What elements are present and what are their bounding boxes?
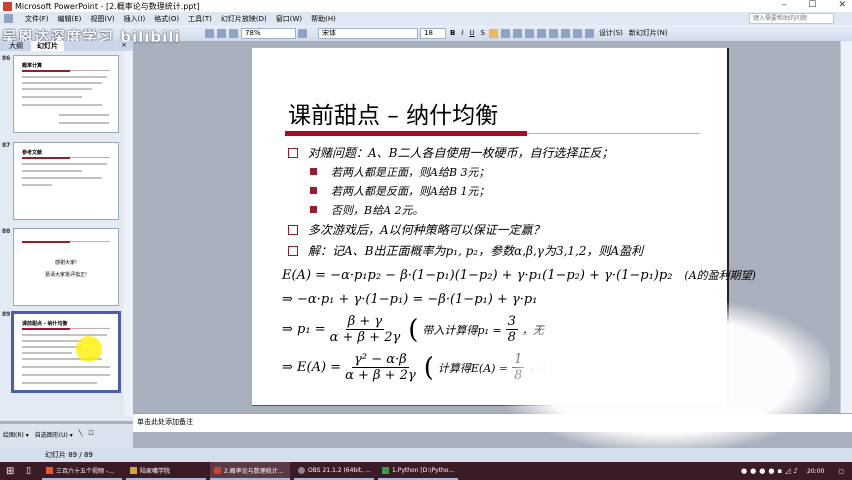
shadow-button[interactable]: S	[479, 28, 487, 39]
square-bullet-icon	[310, 187, 317, 194]
menu-bar: 文件(F) 编辑(E) 视图(V) 插入(I) 格式(O) 工具(T) 幻灯片放…	[0, 12, 852, 25]
font-color-icon[interactable]	[585, 28, 594, 38]
slide-title: 课前甜点 – 纳什均衡	[288, 103, 499, 129]
taskbar-item-powerpoint[interactable]: 2.概率论与数理统计...	[210, 462, 290, 480]
menu-file[interactable]: 文件(F)	[25, 14, 49, 24]
taskbar-item-python[interactable]: 1.Python [D:\Pytho...	[378, 462, 458, 480]
menu-window[interactable]: 窗口(W)	[276, 14, 302, 24]
thumb-title: 参考文献	[22, 150, 43, 156]
thumb-title: 概率计算	[22, 63, 43, 69]
sub-bullet-item: 若两人都是反面，则A给B 1元；	[310, 183, 490, 199]
menu-slideshow[interactable]: 幻灯片放映(D)	[221, 14, 267, 24]
vertical-scrollbar[interactable]	[840, 41, 852, 413]
clock[interactable]: 20:00	[807, 468, 824, 475]
window-title: Microsoft PowerPoint - [2.概率论与数理统计.ppt]	[15, 1, 200, 11]
bold-button[interactable]: B	[448, 28, 457, 39]
start-icon[interactable]: ⊞	[6, 466, 20, 477]
task-view-icon[interactable]: ▯	[26, 466, 42, 476]
title-underline	[285, 131, 527, 136]
hollow-bullet-icon	[288, 246, 298, 256]
video-blur-overlay	[500, 300, 830, 450]
slide-number: 89	[2, 311, 11, 318]
rectangle-tool-icon[interactable]: ☐	[88, 430, 93, 439]
menu-format[interactable]: 格式(O)	[154, 14, 179, 24]
square-bullet-icon	[310, 168, 317, 175]
document-icon	[4, 14, 13, 23]
cursor-highlight	[76, 336, 102, 362]
square-bullet-icon	[310, 206, 317, 213]
underline-button[interactable]: U	[467, 28, 476, 39]
hollow-bullet-icon	[288, 225, 298, 235]
slide-counter: 幻灯片 89 / 89	[45, 451, 93, 459]
maximize-button[interactable]: ☐	[808, 0, 816, 10]
menu-help[interactable]: 帮助(H)	[311, 14, 336, 24]
align-center-icon[interactable]	[501, 28, 510, 38]
system-tray-icons[interactable]: ●●●●▪◿♪	[741, 467, 801, 475]
tab-outline[interactable]: 大纲	[3, 41, 29, 51]
align-left-icon[interactable]	[489, 28, 498, 38]
align-right-icon[interactable]	[513, 28, 522, 38]
color-icon[interactable]	[229, 28, 238, 38]
new-slide-button[interactable]: 新幻灯片(N)	[627, 28, 670, 39]
help-icon[interactable]	[298, 28, 307, 38]
slide-number: 87	[2, 142, 11, 149]
design-button[interactable]: 设计(S)	[597, 28, 625, 39]
status-bar: 幻灯片 89 / 89	[0, 448, 852, 462]
draw-menu-button[interactable]: 绘图(R) ▾	[3, 430, 29, 439]
sub-bullet-item: 否则，B给A 2元。	[310, 202, 424, 218]
close-pane-button[interactable]: ×	[121, 41, 127, 51]
thumb-text: 感谢大家!	[54, 260, 77, 266]
bullets-icon[interactable]	[549, 28, 558, 38]
notification-icon[interactable]: ▢	[838, 468, 844, 475]
slide-number: 86	[2, 55, 11, 62]
title-bar: Microsoft PowerPoint - [2.概率论与数理统计.ppt] …	[0, 0, 852, 12]
bullet-item: 解：记A、B出正面概率为p₁, p₂，参数α,β,γ为3,1,2，则A盈利	[288, 242, 643, 259]
justify-icon[interactable]	[525, 28, 534, 38]
powerpoint-icon	[3, 1, 12, 11]
bullet-item: 对赌问题：A、B二人各自使用一枚硬币，自行选择正反；	[288, 144, 614, 161]
decrease-font-icon[interactable]	[573, 28, 582, 38]
taskbar-item-folder[interactable]: 陆家嘴学院	[126, 462, 206, 480]
slides-pane: 大纲 幻灯片 × 86 概率计算 87 参考文献 88 感谢大家! 恳请大家批评…	[0, 41, 133, 421]
minimize-button[interactable]: –	[782, 0, 787, 10]
drawing-toolbar: 绘图(R) ▾ 自选图形(U) ▾ ╲ ☐	[0, 424, 133, 448]
taskbar-item-obs[interactable]: OBS 21.1.2 (64bit, ...	[294, 462, 374, 480]
font-size-select[interactable]: 18	[420, 27, 446, 39]
increase-font-icon[interactable]	[561, 28, 570, 38]
italic-button[interactable]: I	[459, 28, 465, 39]
menu-edit[interactable]: 编辑(E)	[58, 14, 82, 24]
title-rule	[527, 133, 700, 134]
zoom-select[interactable]: 78%	[241, 27, 296, 39]
font-select[interactable]: 宋体	[318, 27, 418, 39]
chart-icon[interactable]	[217, 28, 226, 38]
table-icon[interactable]	[205, 28, 214, 38]
autoshapes-button[interactable]: 自选图形(U) ▾	[35, 430, 73, 439]
equation-expected-payoff: E(A) = −α·p₁p₂ − β·(1−p₁)(1−p₂) + γ·p₁(1…	[282, 267, 756, 283]
sub-bullet-item: 若两人都是正面，则A给B 3元；	[310, 164, 490, 180]
menu-tools[interactable]: 工具(T)	[188, 14, 212, 24]
taskbar: ⊞ ▯ 三百六十五个视频 -... 陆家嘴学院 2.概率论与数理统计... OB…	[0, 462, 852, 480]
menu-insert[interactable]: 插入(I)	[124, 14, 146, 24]
line-tool-icon[interactable]: ╲	[79, 430, 83, 439]
thumb-text: 恳请大家批评指正!	[44, 272, 87, 278]
thumb-title: 课前甜点 - 纳什均衡	[22, 321, 68, 327]
menu-view[interactable]: 视图(V)	[90, 14, 114, 24]
hollow-bullet-icon	[288, 148, 298, 158]
numbering-icon[interactable]	[537, 28, 546, 38]
bullet-item: 多次游戏后，A以何种策略可以保证一定赢？	[288, 221, 545, 238]
help-search-input[interactable]: 键入需要帮助的问题	[749, 13, 834, 24]
thumbnail-scrollbar[interactable]	[124, 51, 132, 416]
tab-slides[interactable]: 幻灯片	[31, 41, 64, 51]
taskbar-item-browser[interactable]: 三百六十五个视频 -...	[42, 462, 122, 480]
close-button[interactable]: ✕	[838, 0, 846, 10]
slide-number: 88	[2, 228, 11, 235]
